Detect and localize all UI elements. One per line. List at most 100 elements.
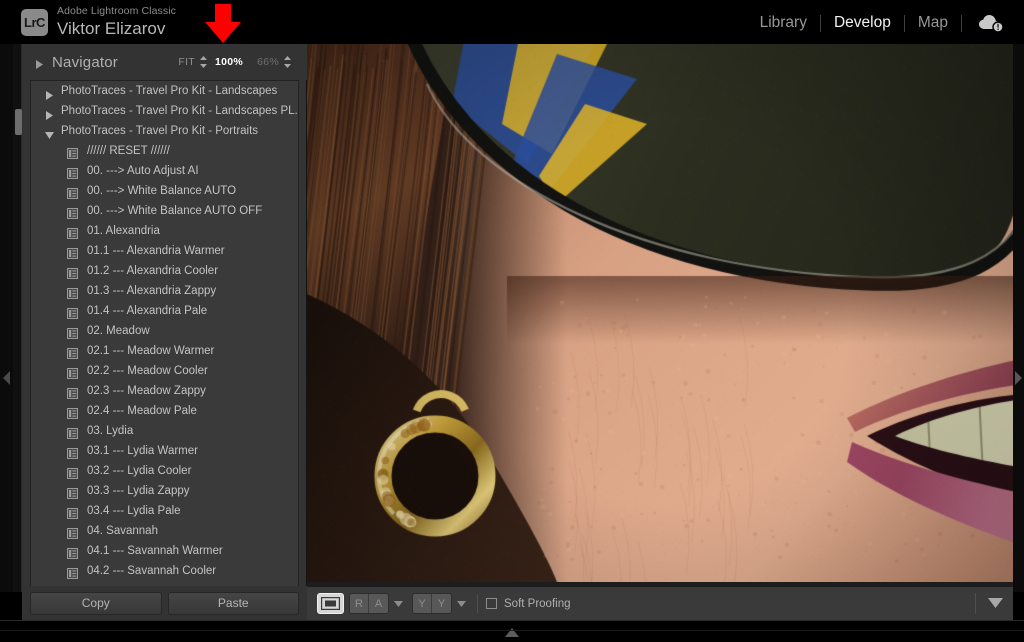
- preset-item[interactable]: 04. Savannah: [31, 521, 298, 541]
- triangle-right-icon[interactable]: [34, 57, 45, 68]
- left-panel-edge[interactable]: [0, 44, 13, 592]
- triangle-right-icon[interactable]: [1014, 369, 1023, 387]
- preset-list-icon: [67, 286, 78, 297]
- preset-item[interactable]: 00. ---> White Balance AUTO: [31, 181, 298, 201]
- cloud-sync-alert-icon[interactable]: [976, 12, 1006, 34]
- preset-item-label: 02.4 --- Meadow Pale: [87, 405, 197, 417]
- preset-list-icon: [67, 466, 78, 477]
- preset-item-label: 00. ---> White Balance AUTO OFF: [87, 205, 262, 217]
- preset-list-icon: [67, 406, 78, 417]
- preset-item-label: 03.2 --- Lydia Cooler: [87, 465, 191, 477]
- preset-item[interactable]: 02.3 --- Meadow Zappy: [31, 381, 298, 401]
- preset-item-label: 04.1 --- Savannah Warmer: [87, 545, 223, 557]
- preset-group-row[interactable]: PhotoTraces - Travel Pro Kit - Portraits: [31, 121, 298, 141]
- preset-item-label: 01. Alexandria: [87, 225, 160, 237]
- preset-item-label: 04. Savannah: [87, 525, 158, 537]
- toolbar-divider-right: [975, 593, 976, 614]
- preset-item[interactable]: 00. ---> Auto Adjust AI: [31, 161, 298, 181]
- preset-group-label: PhotoTraces - Travel Pro Kit - Landscape…: [61, 105, 298, 117]
- before-after-y-label-1: Y: [413, 594, 432, 613]
- zoom-fit-label[interactable]: FIT: [178, 56, 195, 68]
- soft-proofing-checkbox[interactable]: [486, 598, 497, 609]
- preset-item[interactable]: 03.4 --- Lydia Pale: [31, 501, 298, 521]
- triangle-right-icon[interactable]: [45, 107, 54, 116]
- zoom-fit-stepper-icon[interactable]: [199, 55, 208, 69]
- preset-item[interactable]: 03. Lydia: [31, 421, 298, 441]
- image-display-area[interactable]: [307, 44, 1013, 592]
- preset-list-icon: [67, 566, 78, 577]
- preset-group-row[interactable]: PhotoTraces - Travel Pro Kit - Landscape…: [31, 101, 298, 121]
- bottom-divider: [0, 630, 1024, 631]
- preset-item[interactable]: 01.1 --- Alexandria Warmer: [31, 241, 298, 261]
- before-after-r-label: R: [350, 594, 369, 613]
- zoom-ratio-stepper-icon[interactable]: [283, 55, 292, 69]
- identity-plate[interactable]: Adobe Lightroom Classic Viktor Elizarov: [57, 5, 176, 39]
- lightroom-window: LrC Adobe Lightroom Classic Viktor Eliza…: [0, 0, 1024, 642]
- before-after-top-bottom-button[interactable]: Y Y: [412, 593, 452, 614]
- before-after-y-label-2: Y: [432, 594, 451, 613]
- preset-item[interactable]: 00. ---> White Balance AUTO OFF: [31, 201, 298, 221]
- preset-item[interactable]: 01.2 --- Alexandria Cooler: [31, 261, 298, 281]
- preset-item[interactable]: 02.2 --- Meadow Cooler: [31, 361, 298, 381]
- preset-list-icon: [67, 186, 78, 197]
- preset-item[interactable]: 01. Alexandria: [31, 221, 298, 241]
- zoom-66-label[interactable]: 66%: [257, 56, 279, 68]
- preset-list-icon: [67, 246, 78, 257]
- triangle-down-icon[interactable]: [45, 127, 54, 136]
- preset-item[interactable]: 02. Meadow: [31, 321, 298, 341]
- preset-list-icon: [67, 166, 78, 177]
- toolbar-right-group: [975, 593, 1003, 614]
- preset-item-label: 01.2 --- Alexandria Cooler: [87, 265, 218, 277]
- triangle-up-icon[interactable]: [505, 624, 519, 633]
- preset-list-icon: [67, 386, 78, 397]
- before-after-yy-caret-down-icon[interactable]: [455, 593, 468, 614]
- photo-loupe-view[interactable]: [307, 44, 1013, 582]
- paste-button[interactable]: Paste: [168, 592, 300, 615]
- preset-item[interactable]: 03.1 --- Lydia Warmer: [31, 441, 298, 461]
- preset-group-label: PhotoTraces - Travel Pro Kit - Portraits: [61, 125, 258, 137]
- identity-plate-bar: LrC Adobe Lightroom Classic Viktor Eliza…: [0, 0, 1024, 44]
- module-map[interactable]: Map: [905, 12, 961, 34]
- preset-item-label: 02. Meadow: [87, 325, 150, 337]
- preset-item-label: ////// RESET //////: [87, 145, 170, 157]
- navigator-zoom-controls: FIT 100% 66%: [178, 44, 299, 80]
- navigator-title: Navigator: [52, 54, 118, 71]
- triangle-right-icon[interactable]: [45, 87, 54, 96]
- preset-item[interactable]: 03.3 --- Lydia Zappy: [31, 481, 298, 501]
- preset-item[interactable]: 03.2 --- Lydia Cooler: [31, 461, 298, 481]
- module-develop[interactable]: Develop: [821, 12, 904, 34]
- before-after-ra-caret-down-icon[interactable]: [392, 593, 405, 614]
- before-after-left-right-button[interactable]: R A: [349, 593, 389, 614]
- preset-group-label: PhotoTraces - Travel Pro Kit - Landscape…: [61, 85, 277, 97]
- preset-item[interactable]: 02.1 --- Meadow Warmer: [31, 341, 298, 361]
- module-library[interactable]: Library: [747, 12, 820, 34]
- module-picker: Library Develop Map: [747, 11, 1010, 35]
- preset-list-icon: [67, 146, 78, 157]
- app-name-label: Adobe Lightroom Classic: [57, 5, 176, 18]
- user-name-label: Viktor Elizarov: [57, 19, 176, 39]
- zoom-100-label[interactable]: 100%: [215, 56, 243, 68]
- module-separator: [961, 15, 962, 32]
- preset-item[interactable]: ////// RESET //////: [31, 141, 298, 161]
- preset-item[interactable]: 04.2 --- Savannah Cooler: [31, 561, 298, 581]
- preset-list-icon: [67, 266, 78, 277]
- preset-item-label: 00. ---> White Balance AUTO: [87, 185, 236, 197]
- copy-button[interactable]: Copy: [30, 592, 162, 615]
- preset-item[interactable]: 01.3 --- Alexandria Zappy: [31, 281, 298, 301]
- soft-proofing-label[interactable]: Soft Proofing: [504, 598, 570, 610]
- loupe-view-icon[interactable]: [317, 593, 344, 614]
- preset-item-label: 03.4 --- Lydia Pale: [87, 505, 181, 517]
- preset-item[interactable]: 01.4 --- Alexandria Pale: [31, 301, 298, 321]
- lightroom-logo: LrC: [21, 9, 48, 36]
- toolbar-overflow-triangle-down-icon[interactable]: [988, 595, 1003, 613]
- preset-item[interactable]: 02.4 --- Meadow Pale: [31, 401, 298, 421]
- preset-list-icon: [67, 306, 78, 317]
- preset-item[interactable]: 04.1 --- Savannah Warmer: [31, 541, 298, 561]
- portrait-photo[interactable]: [307, 44, 1013, 582]
- preset-item-label: 02.3 --- Meadow Zappy: [87, 385, 206, 397]
- right-panel-edge[interactable]: [1013, 44, 1024, 592]
- preset-group-row[interactable]: PhotoTraces - Travel Pro Kit - Landscape…: [31, 81, 298, 101]
- left-panel-scroll-thumb[interactable]: [15, 109, 22, 135]
- triangle-left-icon[interactable]: [2, 369, 12, 387]
- preset-list-icon: [67, 426, 78, 437]
